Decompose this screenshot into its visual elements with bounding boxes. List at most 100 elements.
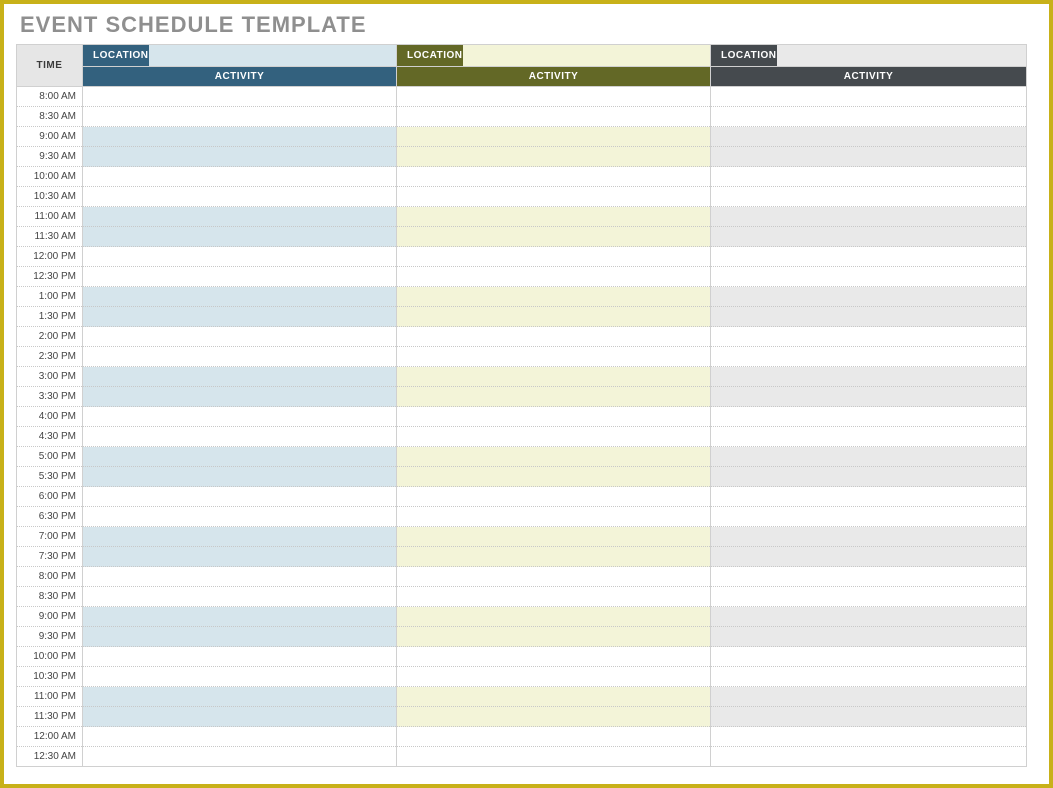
activity-cell[interactable] xyxy=(83,447,397,467)
activity-cell[interactable] xyxy=(711,127,1027,147)
activity-cell[interactable] xyxy=(83,427,397,447)
activity-cell[interactable] xyxy=(397,407,711,427)
activity-cell[interactable] xyxy=(397,347,711,367)
activity-cell[interactable] xyxy=(711,507,1027,527)
activity-cell[interactable] xyxy=(397,147,711,167)
activity-cell[interactable] xyxy=(397,467,711,487)
activity-cell[interactable] xyxy=(83,467,397,487)
activity-cell[interactable] xyxy=(83,507,397,527)
activity-cell[interactable] xyxy=(83,727,397,747)
activity-cell[interactable] xyxy=(397,507,711,527)
activity-cell[interactable] xyxy=(397,747,711,767)
activity-cell[interactable] xyxy=(397,327,711,347)
activity-cell[interactable] xyxy=(397,527,711,547)
activity-cell[interactable] xyxy=(397,307,711,327)
activity-cell[interactable] xyxy=(711,587,1027,607)
activity-cell[interactable] xyxy=(83,87,397,107)
activity-cell[interactable] xyxy=(83,127,397,147)
activity-cell[interactable] xyxy=(83,647,397,667)
activity-cell[interactable] xyxy=(397,687,711,707)
activity-cell[interactable] xyxy=(397,127,711,147)
activity-cell[interactable] xyxy=(83,167,397,187)
activity-cell[interactable] xyxy=(711,667,1027,687)
activity-cell[interactable] xyxy=(711,647,1027,667)
activity-cell[interactable] xyxy=(711,347,1027,367)
activity-cell[interactable] xyxy=(397,227,711,247)
activity-cell[interactable] xyxy=(83,547,397,567)
activity-cell[interactable] xyxy=(711,547,1027,567)
activity-cell[interactable] xyxy=(711,727,1027,747)
activity-cell[interactable] xyxy=(83,207,397,227)
activity-cell[interactable] xyxy=(711,367,1027,387)
activity-cell[interactable] xyxy=(711,447,1027,467)
activity-cell[interactable] xyxy=(711,307,1027,327)
activity-cell[interactable] xyxy=(711,147,1027,167)
activity-cell[interactable] xyxy=(397,207,711,227)
activity-cell[interactable] xyxy=(397,187,711,207)
activity-cell[interactable] xyxy=(83,587,397,607)
activity-cell[interactable] xyxy=(711,87,1027,107)
activity-cell[interactable] xyxy=(83,147,397,167)
activity-cell[interactable] xyxy=(83,227,397,247)
location-input-3[interactable] xyxy=(777,45,1026,66)
activity-cell[interactable] xyxy=(397,547,711,567)
activity-cell[interactable] xyxy=(711,227,1027,247)
activity-cell[interactable] xyxy=(83,367,397,387)
activity-cell[interactable] xyxy=(397,627,711,647)
activity-cell[interactable] xyxy=(711,407,1027,427)
activity-cell[interactable] xyxy=(397,427,711,447)
activity-cell[interactable] xyxy=(83,247,397,267)
activity-cell[interactable] xyxy=(83,707,397,727)
activity-cell[interactable] xyxy=(711,747,1027,767)
activity-cell[interactable] xyxy=(83,407,397,427)
activity-cell[interactable] xyxy=(711,387,1027,407)
activity-cell[interactable] xyxy=(397,167,711,187)
activity-cell[interactable] xyxy=(711,607,1027,627)
activity-cell[interactable] xyxy=(397,387,711,407)
location-input-2[interactable] xyxy=(463,45,710,66)
activity-cell[interactable] xyxy=(397,87,711,107)
activity-cell[interactable] xyxy=(711,427,1027,447)
activity-cell[interactable] xyxy=(397,567,711,587)
activity-cell[interactable] xyxy=(83,667,397,687)
activity-cell[interactable] xyxy=(397,287,711,307)
activity-cell[interactable] xyxy=(83,687,397,707)
activity-cell[interactable] xyxy=(711,167,1027,187)
activity-cell[interactable] xyxy=(397,667,711,687)
activity-cell[interactable] xyxy=(83,747,397,767)
activity-cell[interactable] xyxy=(711,527,1027,547)
activity-cell[interactable] xyxy=(83,347,397,367)
activity-cell[interactable] xyxy=(711,627,1027,647)
activity-cell[interactable] xyxy=(397,247,711,267)
activity-cell[interactable] xyxy=(397,267,711,287)
activity-cell[interactable] xyxy=(397,587,711,607)
location-input-1[interactable] xyxy=(149,45,396,66)
activity-cell[interactable] xyxy=(711,187,1027,207)
activity-cell[interactable] xyxy=(711,487,1027,507)
activity-cell[interactable] xyxy=(83,327,397,347)
activity-cell[interactable] xyxy=(711,247,1027,267)
activity-cell[interactable] xyxy=(83,107,397,127)
activity-cell[interactable] xyxy=(711,207,1027,227)
activity-cell[interactable] xyxy=(397,487,711,507)
activity-cell[interactable] xyxy=(397,647,711,667)
activity-cell[interactable] xyxy=(397,367,711,387)
activity-cell[interactable] xyxy=(83,487,397,507)
activity-cell[interactable] xyxy=(711,467,1027,487)
activity-cell[interactable] xyxy=(83,607,397,627)
activity-cell[interactable] xyxy=(397,727,711,747)
activity-cell[interactable] xyxy=(711,687,1027,707)
activity-cell[interactable] xyxy=(711,327,1027,347)
activity-cell[interactable] xyxy=(83,267,397,287)
activity-cell[interactable] xyxy=(83,627,397,647)
activity-cell[interactable] xyxy=(397,447,711,467)
activity-cell[interactable] xyxy=(711,287,1027,307)
activity-cell[interactable] xyxy=(83,287,397,307)
activity-cell[interactable] xyxy=(397,107,711,127)
activity-cell[interactable] xyxy=(711,107,1027,127)
activity-cell[interactable] xyxy=(83,527,397,547)
activity-cell[interactable] xyxy=(711,567,1027,587)
activity-cell[interactable] xyxy=(83,567,397,587)
activity-cell[interactable] xyxy=(711,707,1027,727)
activity-cell[interactable] xyxy=(397,607,711,627)
